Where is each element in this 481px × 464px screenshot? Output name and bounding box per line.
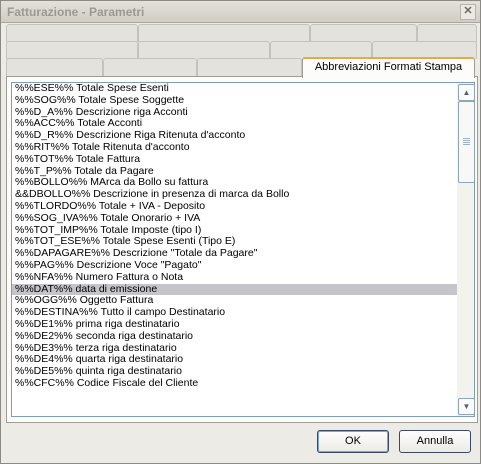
- tab-row1-4[interactable]: [417, 24, 477, 42]
- ok-button[interactable]: OK: [317, 430, 389, 453]
- window-title: Fatturazione - Parametri: [7, 5, 145, 19]
- list-item[interactable]: %%RIT%% Totale Ritenuta d'acconto: [12, 141, 461, 154]
- list-item[interactable]: %%SOG%% Totale Spese Soggette: [12, 94, 461, 107]
- scroll-thumb[interactable]: [458, 101, 475, 183]
- tab-row3-2[interactable]: [103, 58, 197, 76]
- tab-row1-1[interactable]: [6, 24, 138, 42]
- list-item[interactable]: %%DE1%% prima riga destinatario: [12, 318, 461, 331]
- scroll-down-button[interactable]: ▼: [458, 398, 475, 415]
- list-item[interactable]: %%TOT%% Totale Fattura: [12, 153, 461, 166]
- list-item[interactable]: %%SOG_IVA%% Totale Onorario + IVA: [12, 212, 461, 225]
- title-bar: Fatturazione - Parametri ✕: [1, 1, 480, 23]
- scroll-up-button[interactable]: ▲: [458, 84, 475, 101]
- abbreviations-list[interactable]: %%ESE%% Totale Spese Esenti %%SOG%% Total…: [11, 82, 462, 417]
- list-item[interactable]: %%NFA%% Numero Fattura o Nota: [12, 271, 461, 284]
- cancel-button[interactable]: Annulla: [399, 430, 471, 453]
- tab-row1-2[interactable]: [138, 24, 310, 42]
- list-item[interactable]: %%TLORDO%% Totale + IVA - Deposito: [12, 200, 461, 213]
- tab-row2-2[interactable]: [138, 41, 270, 59]
- list-item[interactable]: %%PAG%% Descrizione Voce "Pagato": [12, 259, 461, 272]
- tab-row2-1[interactable]: [6, 41, 138, 59]
- tab-row1-3[interactable]: [310, 24, 417, 42]
- scroll-up-arrow-icon: ▲: [462, 88, 471, 97]
- list-item[interactable]: %%CFC%% Codice Fiscale del Cliente: [12, 377, 461, 390]
- tab-row3-1[interactable]: [6, 58, 103, 76]
- tab-abbreviazioni-formati-stampa[interactable]: Abbreviazioni Formati Stampa: [302, 57, 475, 78]
- tab-panel: %%ESE%% Totale Spese Esenti %%SOG%% Total…: [6, 76, 478, 423]
- vertical-scrollbar[interactable]: ▲ ▼: [457, 82, 475, 417]
- tab-row3-3[interactable]: [197, 58, 302, 76]
- list-item[interactable]: %%DE2%% seconda riga destinatario: [12, 330, 461, 343]
- dialog-window: Fatturazione - Parametri ✕ Abbreviazioni…: [0, 0, 481, 464]
- scroll-down-arrow-icon: ▼: [462, 402, 471, 411]
- close-button[interactable]: ✕: [460, 4, 476, 20]
- close-icon: ✕: [463, 5, 473, 17]
